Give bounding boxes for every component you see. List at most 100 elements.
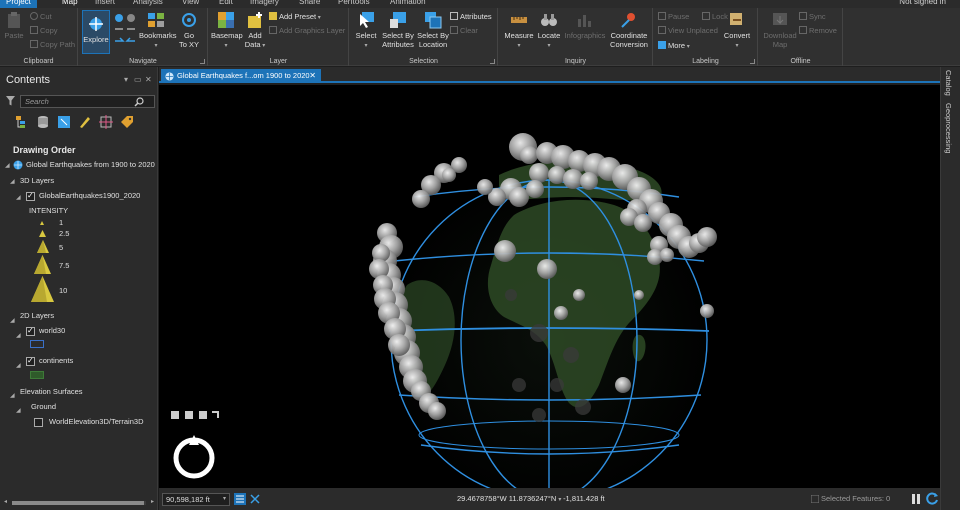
attributes-button[interactable]: Attributes xyxy=(450,12,492,22)
labeling-launcher-icon[interactable] xyxy=(750,59,755,64)
select-button[interactable]: Select ▾ xyxy=(353,11,379,51)
view-unplaced-button[interactable]: View Unplaced xyxy=(658,26,718,36)
list-by-selection-icon[interactable] xyxy=(57,115,71,129)
add-preset-button[interactable]: Add Preset ▾ xyxy=(269,12,321,23)
select-by-location-button[interactable]: Select By Location xyxy=(416,11,450,49)
expand-continents-icon[interactable]: ◢ xyxy=(16,362,21,369)
expand-elevation-icon[interactable]: ◢ xyxy=(10,392,15,399)
scroll-right-icon[interactable]: ▸ xyxy=(151,498,154,505)
copy-button[interactable]: Copy xyxy=(30,26,58,36)
coordinate-conversion-button[interactable]: Coordinate Conversion xyxy=(607,11,651,49)
navigator-control[interactable] xyxy=(171,433,217,479)
paste-button[interactable]: Paste xyxy=(3,11,25,40)
list-by-source-icon[interactable] xyxy=(36,115,50,129)
continents-layer[interactable]: continents xyxy=(39,356,73,366)
full-extent-icon[interactable] xyxy=(185,411,193,419)
expand-2d-layers-icon[interactable]: ◢ xyxy=(10,317,15,324)
list-by-labeling-icon[interactable] xyxy=(120,115,134,129)
expand-quakes-layer-icon[interactable]: ◢ xyxy=(16,194,21,201)
add-graphics-layer-button[interactable]: Add Graphics Layer xyxy=(269,26,345,36)
earthquake-point xyxy=(575,399,591,415)
tab-edit[interactable]: Edit xyxy=(219,0,233,8)
expand-navigator-icon[interactable] xyxy=(212,411,219,418)
tab-share[interactable]: Share xyxy=(299,0,320,8)
list-by-snapping-icon[interactable] xyxy=(99,115,113,129)
navigate-launcher-icon[interactable] xyxy=(200,59,205,64)
world30-visibility-checkbox[interactable] xyxy=(26,326,35,336)
map-canvas[interactable] xyxy=(159,85,940,488)
sync-button[interactable]: Sync xyxy=(799,12,826,22)
close-pane-icon[interactable]: ✕ xyxy=(145,75,152,84)
copy-path-button[interactable]: Copy Path xyxy=(30,40,75,50)
map-scale-select[interactable]: 90,598,182 ft ▾ xyxy=(162,493,230,506)
map-node[interactable]: Global Earthquakes from 1900 to 2020 xyxy=(26,160,155,170)
convert-button[interactable]: Convert ▾ xyxy=(720,11,754,51)
pane-options-icon[interactable]: ▾ xyxy=(124,75,128,84)
tab-imagery[interactable]: Imagery xyxy=(250,0,279,8)
world30-layer[interactable]: world30 xyxy=(39,326,65,336)
selection-launcher-icon[interactable] xyxy=(490,59,495,64)
sign-in-status[interactable]: Not signed in xyxy=(899,0,946,8)
close-tab-icon[interactable]: ✕ xyxy=(309,69,316,83)
list-by-editing-icon[interactable] xyxy=(78,115,92,129)
infographics-button[interactable]: Infographics xyxy=(563,11,607,40)
3d-layers-group[interactable]: 3D Layers xyxy=(20,176,54,186)
tab-analysis[interactable]: Analysis xyxy=(133,0,163,8)
quakes-layer[interactable]: GlobalEarthquakes1900_2020 xyxy=(39,191,140,201)
refresh-icon[interactable] xyxy=(926,492,939,505)
list-by-drawing-order-icon[interactable] xyxy=(15,115,29,129)
terrain-visibility-checkbox[interactable] xyxy=(34,418,43,427)
expand-3d-layers-icon[interactable]: ◢ xyxy=(10,178,15,185)
catalog-dock-tab[interactable]: Catalog xyxy=(944,70,953,96)
search-icon[interactable] xyxy=(134,97,144,107)
ribbon: Paste Cut Copy Copy Path Clipboard Explo… xyxy=(0,8,960,66)
heading-icon[interactable] xyxy=(199,411,207,419)
map-view-tab[interactable]: Global Earthquakes f...om 1900 to 2020 ✕ xyxy=(161,69,321,83)
coordinate-system-icon[interactable] xyxy=(249,493,261,505)
quakes-layer-visibility-checkbox[interactable] xyxy=(26,191,35,201)
globe-scene[interactable] xyxy=(159,85,940,488)
basemap-button[interactable]: Basemap ▾ xyxy=(211,11,243,51)
graphics-layer-icon xyxy=(269,26,277,34)
geoprocessing-dock-tab[interactable]: Geoprocessing xyxy=(944,103,953,153)
scroll-left-icon[interactable]: ◂ xyxy=(4,498,7,505)
zoom-to-extent-icon[interactable] xyxy=(171,411,179,419)
contents-horizontal-scrollbar[interactable]: ◂ ▸ xyxy=(4,498,154,506)
zoom-arrows-icon[interactable] xyxy=(113,12,137,46)
locate-button[interactable]: Locate ▾ xyxy=(535,11,563,51)
tab-view[interactable]: View xyxy=(182,0,199,8)
measure-button[interactable]: Measure ▾ xyxy=(503,11,535,51)
map-units-icon[interactable] xyxy=(234,493,246,505)
continents-visibility-checkbox[interactable] xyxy=(26,356,35,366)
select-by-attributes-button[interactable]: Select By Attributes xyxy=(380,11,416,49)
pause-labeling-button[interactable]: Pause xyxy=(658,12,689,22)
filter-icon[interactable] xyxy=(6,96,15,106)
terrain-source[interactable]: WorldElevation3D/Terrain3D xyxy=(49,417,144,427)
download-map-button[interactable]: Download Map xyxy=(761,11,799,49)
legend-symbol-5 xyxy=(31,276,54,302)
tab-insert[interactable]: Insert xyxy=(95,0,115,8)
add-data-button[interactable]: Add Data ▾ xyxy=(243,11,267,51)
tab-perftools[interactable]: Perftools xyxy=(338,0,370,8)
explore-button[interactable]: Explore xyxy=(82,10,110,54)
tab-animation[interactable]: Animation xyxy=(390,0,426,8)
remove-button[interactable]: Remove xyxy=(799,26,837,36)
2d-layers-group[interactable]: 2D Layers xyxy=(20,311,54,321)
tab-map[interactable]: Map xyxy=(62,0,78,8)
pin-icon[interactable]: ▭ xyxy=(134,75,142,84)
earthquake-point xyxy=(700,304,714,318)
tab-project[interactable]: Project xyxy=(0,0,37,8)
expand-world30-icon[interactable]: ◢ xyxy=(16,332,21,339)
pause-drawing-icon[interactable] xyxy=(911,493,921,505)
bookmarks-button[interactable]: Bookmarks ▾ xyxy=(139,11,177,51)
go-to-xy-button[interactable]: Go To XY xyxy=(177,11,201,49)
more-labeling-button[interactable]: More ▾ xyxy=(658,41,690,52)
expand-ground-icon[interactable]: ◢ xyxy=(16,407,21,414)
expand-map-icon[interactable]: ◢ xyxy=(5,162,10,169)
clear-selection-button[interactable]: Clear xyxy=(450,26,478,36)
elevation-surfaces-group[interactable]: Elevation Surfaces xyxy=(20,387,83,397)
cut-button[interactable]: Cut xyxy=(30,12,52,22)
scrollbar-thumb[interactable] xyxy=(12,501,144,505)
contents-search-row xyxy=(4,95,155,108)
ground-surface[interactable]: Ground xyxy=(31,402,56,412)
